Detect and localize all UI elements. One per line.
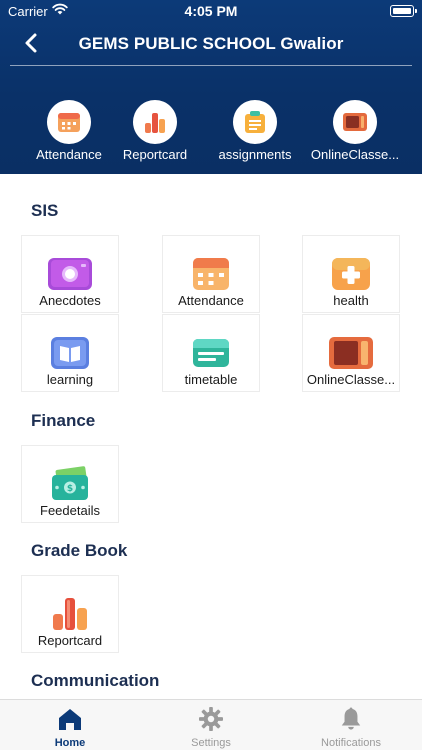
health-cross-icon	[329, 256, 373, 292]
section-title-communication: Communication	[31, 671, 160, 690]
quick-reportcard-label: Reportcard	[122, 147, 188, 162]
quick-attendance-label: Attendance	[36, 147, 102, 162]
home-icon	[59, 709, 81, 730]
tile-reportcard[interactable]: Reportcard	[21, 575, 119, 653]
tile-anecdotes-label: Anecdotes	[39, 293, 101, 308]
clock-time: 4:05 PM	[184, 3, 238, 19]
tablet-icon	[333, 100, 377, 144]
battery-icon	[390, 5, 417, 17]
bell-icon	[341, 707, 361, 730]
book-icon	[48, 335, 92, 371]
tile-anecdotes[interactable]: Anecdotes	[21, 235, 119, 313]
clipboard-icon	[233, 100, 277, 144]
status-bar: Carrier 4:05 PM	[0, 0, 422, 22]
quick-online-classes-label: OnlineClasse...	[310, 147, 400, 162]
tile-timetable-label: timetable	[184, 372, 238, 387]
money-icon: $	[48, 466, 92, 502]
quick-reportcard-button[interactable]: Reportcard	[105, 100, 205, 162]
gear-icon	[199, 707, 223, 731]
timetable-icon	[189, 335, 233, 371]
quick-assignments-label: assignments	[218, 147, 292, 162]
nav-bar: GEMS PUBLIC SCHOOL Gwalior	[0, 22, 422, 66]
tile-learning[interactable]: learning	[21, 314, 119, 392]
quick-attendance-button[interactable]: Attendance	[19, 100, 119, 162]
calendar-icon	[47, 100, 91, 144]
tab-settings-label: Settings	[191, 737, 231, 749]
tile-feedetails[interactable]: $ Feedetails	[21, 445, 119, 523]
tile-feedetails-label: Feedetails	[40, 503, 100, 518]
header-divider	[10, 65, 412, 66]
section-title-sis: SIS	[31, 201, 59, 220]
calendar-icon	[189, 256, 233, 292]
main-content[interactable]: SIS Anecdotes Attendance health learning…	[0, 174, 422, 699]
quick-online-classes-button[interactable]: OnlineClasse...	[305, 100, 405, 162]
tile-learning-label: learning	[46, 372, 94, 387]
section-title-finance: Finance	[31, 411, 96, 430]
tile-health-label: health	[333, 293, 369, 308]
tab-home-label: Home	[54, 737, 86, 749]
page-title: GEMS PUBLIC SCHOOL Gwalior	[78, 34, 344, 53]
section-title-grade-book: Grade Book	[31, 541, 128, 560]
svg-text:$: $	[67, 484, 73, 494]
tile-online-classes-label: OnlineClasse...	[306, 372, 396, 387]
bar-chart-icon	[133, 100, 177, 144]
tab-bar: Home Settings Notifications	[0, 699, 422, 750]
tile-online-classes[interactable]: OnlineClasse...	[302, 314, 400, 392]
tab-notifications-label: Notifications	[321, 737, 381, 749]
quick-assignments-button[interactable]: assignments	[205, 100, 305, 162]
tile-attendance-label: Attendance	[178, 293, 244, 308]
bar-chart-icon	[48, 596, 92, 632]
camera-icon	[48, 256, 92, 292]
tab-settings[interactable]: Settings	[141, 700, 281, 750]
quick-actions: Attendance Reportcard assignments Online…	[0, 100, 422, 166]
tab-notifications[interactable]: Notifications	[281, 700, 421, 750]
tile-attendance[interactable]: Attendance	[162, 235, 260, 313]
tile-health[interactable]: health	[302, 235, 400, 313]
tile-timetable[interactable]: timetable	[162, 314, 260, 392]
tab-home[interactable]: Home	[0, 700, 140, 750]
tile-reportcard-label: Reportcard	[37, 633, 103, 648]
tablet-icon	[329, 335, 373, 371]
app-header: Carrier 4:05 PM GEMS PUBLIC SCHOOL Gwali…	[0, 0, 422, 174]
